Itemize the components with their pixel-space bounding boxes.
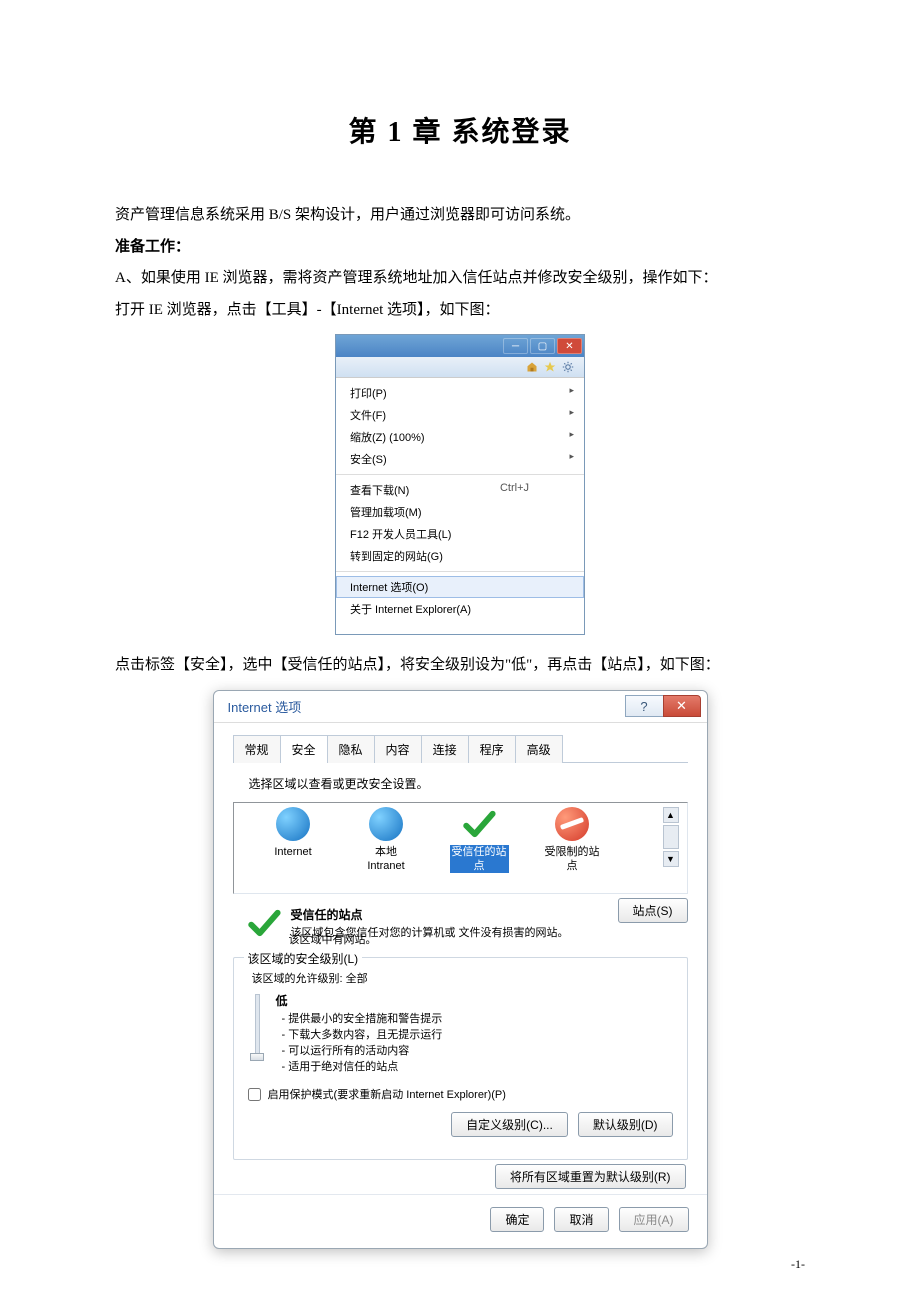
ie-window: ─ ▢ ✕ 打印(P) 文件(F) 缩放(Z) (100%) 安全(S) 查看下… (335, 334, 585, 635)
open-ie-instruction: 打开 IE 浏览器，点击【工具】-【Internet 选项】，如下图： (115, 295, 805, 327)
menu-zoom[interactable]: 缩放(Z) (100%) (336, 426, 584, 448)
cancel-button[interactable]: 取消 (554, 1207, 608, 1232)
ok-button[interactable]: 确定 (490, 1207, 544, 1232)
tab-advanced[interactable]: 高级 (515, 735, 563, 763)
help-button[interactable]: ? (625, 695, 663, 717)
menu-file[interactable]: 文件(F) (336, 404, 584, 426)
globe-icon (369, 807, 403, 841)
protected-mode-label: 启用保护模式(要求重新启动 Internet Explorer)(P) (268, 1089, 506, 1101)
level-bullet: 提供最小的安全措施和警告提示 (282, 1012, 673, 1028)
ie-toolbar-icons (336, 357, 584, 377)
security-slider[interactable] (248, 994, 268, 1058)
zone-instruction: 选择区域以查看或更改安全设置。 (249, 775, 688, 792)
menu-pin-site[interactable]: 转到固定的网站(G) (336, 545, 584, 567)
tools-dropdown: 打印(P) 文件(F) 缩放(Z) (100%) 安全(S) 查看下载(N)Ct… (336, 377, 584, 624)
menu-safety[interactable]: 安全(S) (336, 448, 584, 470)
close-icon[interactable]: ✕ (663, 695, 701, 717)
security-group-legend: 该区域的安全级别(L) (244, 950, 363, 967)
maximize-button[interactable]: ▢ (530, 338, 555, 354)
level-bullet: 适用于绝对信任的站点 (282, 1060, 673, 1076)
level-bullet: 可以运行所有的活动内容 (282, 1044, 673, 1060)
tab-programs[interactable]: 程序 (468, 735, 516, 763)
restricted-icon (555, 807, 589, 841)
tab-content[interactable]: 内容 (374, 735, 422, 763)
level-name: 低 (276, 992, 673, 1009)
security-tab-instruction: 点击标签【安全】，选中【受信任的站点】，将安全级别设为"低"，再点击【站点】，如… (115, 650, 805, 682)
menu-print[interactable]: 打印(P) (336, 382, 584, 404)
page-number: -1- (791, 1257, 805, 1272)
prep-label: 准备工作： (115, 232, 805, 264)
tab-security[interactable]: 安全 (280, 735, 328, 763)
level-bullet: 下载大多数内容，且无提示运行 (282, 1028, 673, 1044)
intro-paragraph: 资产管理信息系统采用 B/S 架构设计，用户通过浏览器即可访问系统。 (115, 200, 805, 232)
zone-restricted-sites[interactable]: 受限制的站 点 (535, 807, 610, 874)
tab-strip: 常规 安全 隐私 内容 连接 程序 高级 (233, 735, 688, 763)
security-level-group: 该区域的安全级别(L) 该区域的允许级别: 全部 低 提供最小的安全措施和警告提… (233, 957, 688, 1160)
menu-view-downloads[interactable]: 查看下载(N)Ctrl+J (336, 479, 584, 501)
dialog-footer: 确定 取消 应用(A) (214, 1194, 707, 1248)
reset-all-zones-button[interactable]: 将所有区域重置为默认级别(R) (495, 1164, 686, 1189)
ie-window-titlebar: ─ ▢ ✕ (336, 335, 584, 357)
favorites-icon[interactable] (544, 361, 556, 373)
tab-connections[interactable]: 连接 (421, 735, 469, 763)
menu-f12-devtools[interactable]: F12 开发人员工具(L) (336, 523, 584, 545)
ie-tools-menu-figure: ─ ▢ ✕ 打印(P) 文件(F) 缩放(Z) (100%) 安全(S) 查看下… (115, 334, 805, 635)
tab-privacy[interactable]: 隐私 (327, 735, 375, 763)
custom-level-button[interactable]: 自定义级别(C)... (451, 1112, 568, 1137)
close-button[interactable]: ✕ (557, 338, 582, 354)
zone-scrollbar[interactable]: ▲ ▼ (663, 807, 679, 867)
step-a: A、如果使用 IE 浏览器，需将资产管理系统地址加入信任站点并修改安全级别，操作… (115, 263, 805, 295)
dialog-titlebar: Internet 选项 ? ✕ (214, 691, 707, 723)
globe-icon (276, 807, 310, 841)
tab-general[interactable]: 常规 (233, 735, 281, 763)
internet-options-figure: Internet 选项 ? ✕ 常规 安全 隐私 内容 连接 程序 高级 选择区… (115, 690, 805, 1249)
home-icon[interactable] (526, 361, 538, 373)
zone-trusted-sites[interactable]: 受信任的站 点 (442, 807, 517, 874)
chapter-title: 第 1 章 系统登录 (115, 110, 805, 150)
minimize-button[interactable]: ─ (503, 338, 528, 354)
protected-mode-checkbox[interactable] (248, 1088, 261, 1101)
check-icon (462, 807, 496, 841)
zone-selector: Internet 本地 Intranet 受信任的站 点 受限制的站 点 ▲ (233, 802, 688, 894)
allowed-levels: 该区域的允许级别: 全部 (252, 970, 673, 986)
zone-internet[interactable]: Internet (256, 807, 331, 859)
default-level-button[interactable]: 默认级别(D) (578, 1112, 673, 1137)
menu-about-ie[interactable]: 关于 Internet Explorer(A) (336, 598, 584, 620)
menu-internet-options[interactable]: Internet 选项(O) (336, 576, 584, 598)
zone-local-intranet[interactable]: 本地 Intranet (349, 807, 424, 874)
menu-manage-addons[interactable]: 管理加载项(M) (336, 501, 584, 523)
dialog-title: Internet 选项 (228, 697, 302, 716)
gear-icon[interactable] (562, 361, 574, 373)
apply-button[interactable]: 应用(A) (619, 1207, 689, 1232)
sites-button[interactable]: 站点(S) (618, 898, 688, 923)
protected-mode-row: 启用保护模式(要求重新启动 Internet Explorer)(P) (248, 1086, 673, 1102)
check-icon (247, 906, 281, 940)
internet-options-dialog: Internet 选项 ? ✕ 常规 安全 隐私 内容 连接 程序 高级 选择区… (213, 690, 708, 1249)
